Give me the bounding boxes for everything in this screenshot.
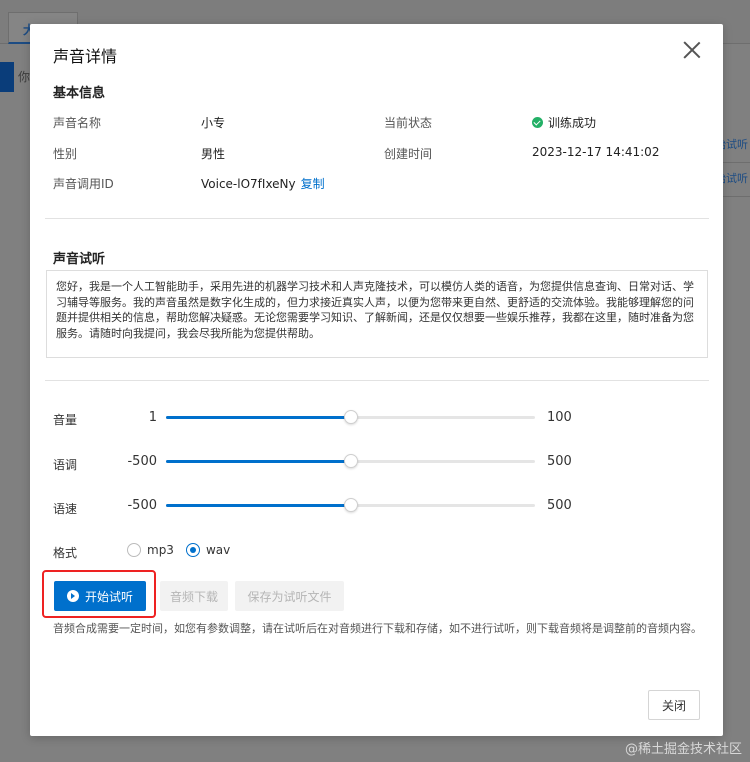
pitch-slider-handle[interactable] [343, 454, 358, 468]
voice-id-field: Voice-lO7fIxeNy 复制 [201, 175, 325, 192]
voice-name-value: 小专 [201, 116, 226, 130]
start-preview-label: 开始试听 [84, 589, 133, 604]
play-icon [66, 590, 79, 602]
volume-slider-handle[interactable] [343, 410, 358, 424]
format-radio-group: mp3 wav [127, 543, 242, 557]
background-nav-text: 你 [18, 70, 31, 84]
radio-mp3[interactable] [127, 543, 141, 557]
speed-slider-handle[interactable] [343, 498, 358, 512]
gender-value: 男性 [201, 147, 226, 161]
close-icon[interactable] [683, 41, 701, 59]
preview-section-title: 声音试听 [53, 252, 106, 267]
voice-id-label: 声音调用ID [53, 177, 114, 191]
sample-text-box[interactable]: 您好，我是一个人工智能助手，采用先进的机器学习技术和人声克隆技术，可以模仿人类的… [46, 270, 708, 358]
status-value: 训练成功 [548, 116, 597, 130]
start-preview-button[interactable]: 开始试听 [54, 581, 146, 611]
voice-id-value: Voice-lO7fIxeNy [201, 177, 296, 191]
format-option-label: wav [205, 543, 231, 557]
volume-slider-fill [166, 416, 351, 419]
speed-max: 500 [547, 498, 572, 513]
format-label: 格式 [53, 546, 78, 560]
speed-label: 语速 [53, 502, 78, 516]
pitch-max: 500 [547, 454, 572, 469]
dialog-title: 声音详情 [53, 47, 118, 66]
gender-label: 性别 [53, 147, 78, 161]
radio-wav[interactable] [185, 543, 200, 557]
format-option-mp3[interactable]: mp3 [127, 543, 174, 557]
copy-link[interactable]: 复制 [301, 177, 325, 191]
section-divider [45, 218, 709, 219]
format-option-wav[interactable]: wav [185, 543, 231, 557]
speed-slider[interactable] [166, 498, 535, 512]
preview-note: 音频合成需要一定时间，如您有参数调整，请在试听后在对音频进行下载和存储，如不进行… [53, 622, 702, 635]
watermark: @稀土掘金技术社区 [624, 742, 742, 757]
success-check-icon [532, 117, 543, 128]
section-divider [45, 380, 709, 381]
volume-slider[interactable] [166, 410, 535, 424]
pitch-slider[interactable] [166, 454, 535, 468]
status-label: 当前状态 [384, 116, 433, 130]
speed-min: -500 [127, 498, 157, 513]
voice-detail-dialog: 声音详情 基本信息 声音名称 小专 当前状态 训练成功 性别 男性 创建时间 2… [30, 24, 723, 736]
download-audio-button[interactable]: 音频下载 [160, 581, 228, 611]
format-option-label: mp3 [147, 543, 174, 557]
pitch-min: -500 [127, 454, 157, 469]
volume-label: 音量 [53, 413, 78, 427]
created-time-value: 2023-12-17 14:41:02 [532, 145, 660, 159]
volume-max: 100 [547, 410, 572, 425]
pitch-slider-fill [166, 460, 351, 463]
speed-slider-fill [166, 504, 351, 507]
pitch-label: 语调 [53, 458, 78, 472]
basic-info-title: 基本信息 [53, 86, 106, 101]
voice-name-label: 声音名称 [53, 116, 102, 130]
status-badge: 训练成功 [532, 114, 596, 131]
close-button[interactable]: 关闭 [648, 690, 700, 720]
created-time-label: 创建时间 [384, 147, 433, 161]
background-nav-marker [0, 62, 14, 92]
save-preview-file-button[interactable]: 保存为试听文件 [235, 581, 344, 611]
volume-min: 1 [148, 410, 157, 425]
